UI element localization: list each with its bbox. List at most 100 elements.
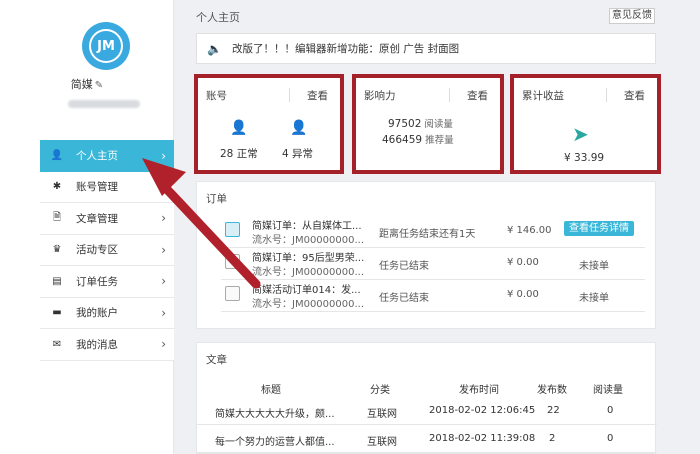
- order-row[interactable]: 简媒活动订单014：发... 流水号：JM00000000... 任务已结束 ¥…: [221, 280, 645, 312]
- order-row[interactable]: 简媒订单：从自媒体工... 流水号：JM00000000... 距离任务结束还有…: [221, 216, 645, 248]
- card-title: 累计收益: [522, 90, 564, 102]
- reads-stat: 97502 阅读量: [388, 118, 453, 130]
- mail-icon: ✉: [52, 338, 62, 350]
- avatar[interactable]: JM: [82, 22, 130, 70]
- avatar-logo: JM: [89, 29, 123, 63]
- earnings-amount: ¥ 33.99: [564, 152, 605, 164]
- document-icon: 🗎: [52, 211, 62, 223]
- chevron-right-icon: ›: [161, 305, 166, 320]
- divider: [606, 88, 607, 102]
- article-title[interactable]: 简媒大大大大大升级，颇...: [215, 405, 335, 420]
- article-reads: 0: [607, 433, 614, 444]
- earnings-card: 累计收益 查看 ➤ ¥ 33.99: [510, 74, 661, 174]
- column-header: 分类: [370, 385, 390, 396]
- order-title: 简媒活动订单014：发...: [252, 285, 361, 296]
- article-publish-count: 2: [549, 433, 556, 444]
- normal-count: 28 正常: [220, 148, 258, 160]
- order-row[interactable]: 简媒订单：95后型男荣... 流水号：JM00000000... 任务已结束 ¥…: [221, 248, 645, 280]
- image-icon: [225, 286, 240, 301]
- username: 简媒 ✎: [0, 76, 174, 92]
- order-price: ¥ 0.00: [507, 257, 539, 268]
- announcement-bar[interactable]: 🔈 改版了！！！编辑器新增功能：原创 广告 封面图: [196, 33, 656, 64]
- influence-card: 影响力 查看 97502 阅读量 466459 推荐量: [352, 74, 504, 174]
- sidebar-item-label: 我的账户: [76, 307, 118, 320]
- column-header: 阅读量: [593, 385, 623, 396]
- normal-user-icon: 👤: [230, 120, 248, 136]
- view-accounts-link[interactable]: 查看: [307, 88, 328, 103]
- article-category: 互联网: [367, 409, 397, 420]
- order-serial: 流水号：JM00000000...: [252, 299, 365, 310]
- column-header: 发布时间: [459, 385, 499, 396]
- sidebar-item-label: 文章管理: [76, 212, 118, 225]
- articles-panel: 文章 标题 分类 发布时间 发布数 阅读量 简媒大大大大大升级，颇... 互联网…: [196, 342, 657, 454]
- paper-plane-icon: ➤: [572, 122, 589, 146]
- article-category: 互联网: [367, 437, 397, 448]
- feedback-button[interactable]: 意见反馈: [609, 8, 655, 24]
- order-serial: 流水号：JM00000000...: [252, 235, 365, 246]
- order-action: 未接单: [579, 261, 609, 272]
- asterisk-icon: ✱: [52, 181, 62, 193]
- edit-icon[interactable]: ✎: [95, 80, 103, 91]
- order-price: ¥ 0.00: [507, 289, 539, 300]
- article-date: 2018-02-02 12:06:45: [429, 405, 536, 416]
- sidebar-item-orders[interactable]: ▤ 订单任务 ›: [40, 266, 174, 298]
- column-header: 标题: [261, 385, 281, 396]
- chevron-right-icon: ›: [161, 179, 166, 194]
- abnormal-count: 4 异常: [282, 148, 314, 160]
- blurred-account-id: [68, 100, 140, 108]
- order-status: 任务已结束: [379, 261, 429, 272]
- sidebar-item-label: 账号管理: [76, 181, 118, 194]
- chevron-right-icon: ›: [161, 211, 166, 226]
- abnormal-user-icon: 👤: [290, 120, 308, 136]
- crown-icon: ♛: [52, 244, 62, 256]
- chevron-right-icon: ›: [161, 242, 166, 257]
- sidebar-item-wallet[interactable]: ▬ 我的账户 ›: [40, 297, 174, 329]
- image-icon: [225, 254, 240, 269]
- speaker-icon: 🔈: [207, 41, 222, 56]
- divider: [289, 88, 290, 102]
- sidebar-item-label: 我的消息: [76, 338, 118, 351]
- order-title: 简媒订单：95后型男荣...: [252, 253, 365, 264]
- column-header: 发布数: [537, 385, 567, 396]
- card-title: 账号: [206, 90, 227, 102]
- divider: [449, 88, 450, 102]
- username-text: 简媒: [70, 78, 93, 91]
- sidebar-item-label: 个人主页: [76, 150, 118, 163]
- calendar-icon: ▤: [52, 275, 62, 287]
- view-influence-link[interactable]: 查看: [467, 88, 488, 103]
- recommend-stat: 466459 推荐量: [382, 134, 454, 146]
- order-status: 任务已结束: [379, 293, 429, 304]
- article-publish-count: 22: [547, 405, 560, 416]
- user-icon: 👤: [50, 150, 64, 162]
- article-date: 2018-02-02 11:39:08: [429, 433, 536, 444]
- card-icon: ▬: [52, 307, 62, 319]
- sidebar-item-home[interactable]: 👤 个人主页 ›: [40, 140, 174, 172]
- account-card: 账号 查看 👤 👤 28 正常 4 异常: [194, 74, 344, 174]
- announcement-text: 改版了！！！编辑器新增功能：原创 广告 封面图: [231, 43, 460, 55]
- order-price: ¥ 146.00: [507, 225, 552, 236]
- view-task-details-button[interactable]: 查看任务详情: [564, 221, 634, 236]
- orders-panel: 订单 简媒订单：从自媒体工... 流水号：JM00000000... 距离任务结…: [196, 181, 656, 329]
- order-status: 距离任务结束还有1天: [379, 229, 476, 240]
- sidebar-item-messages[interactable]: ✉ 我的消息 ›: [40, 329, 174, 361]
- sidebar-item-accounts[interactable]: ✱ 账号管理 ›: [40, 171, 174, 203]
- article-reads: 0: [607, 405, 614, 416]
- sidebar-item-events[interactable]: ♛ 活动专区 ›: [40, 234, 174, 266]
- chevron-right-icon: ›: [161, 337, 166, 352]
- section-title: 订单: [206, 193, 227, 205]
- sidebar: JM 简媒 ✎ 👤 个人主页 › ✱ 账号管理 › 🗎 文章管理 › ♛ 活动专区…: [0, 0, 174, 454]
- table-row[interactable]: 简媒大大大大大升级，颇... 互联网 2018-02-02 12:06:45 2…: [197, 397, 657, 425]
- article-title[interactable]: 每一个努力的运营人都值...: [215, 433, 335, 448]
- sidebar-item-articles[interactable]: 🗎 文章管理 ›: [40, 203, 174, 235]
- image-icon: [225, 222, 240, 237]
- section-title: 文章: [206, 354, 227, 366]
- view-earnings-link[interactable]: 查看: [624, 88, 645, 103]
- order-title: 简媒订单：从自媒体工...: [252, 221, 362, 232]
- order-serial: 流水号：JM00000000...: [252, 267, 365, 278]
- card-title: 影响力: [364, 90, 396, 102]
- chevron-right-icon: ›: [161, 148, 166, 163]
- sidebar-item-label: 活动专区: [76, 244, 118, 257]
- order-action: 未接单: [579, 293, 609, 304]
- table-row[interactable]: 每一个努力的运营人都值... 互联网 2018-02-02 11:39:08 2…: [197, 425, 657, 453]
- chevron-right-icon: ›: [161, 274, 166, 289]
